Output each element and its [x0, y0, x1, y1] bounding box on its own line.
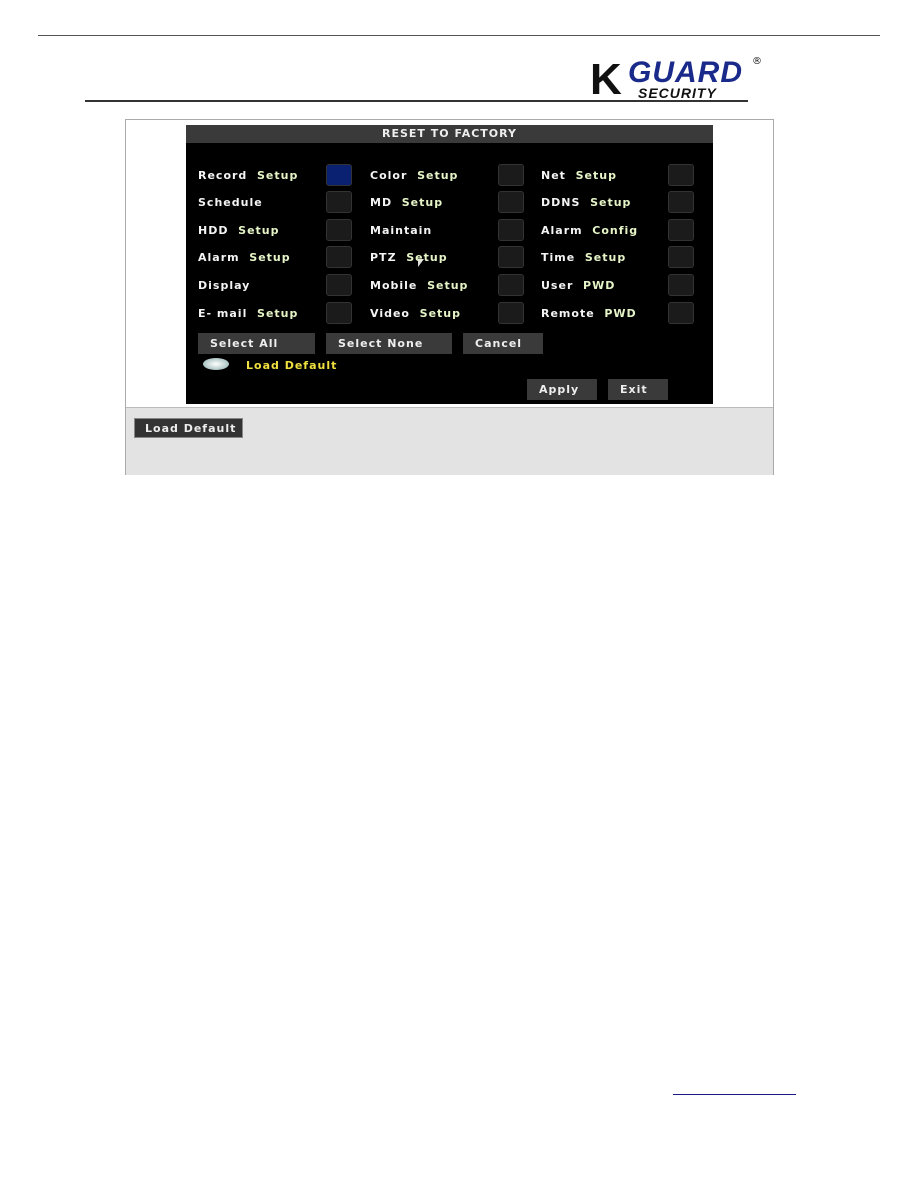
option-suffix: Setup: [256, 169, 299, 182]
option-name: Display: [198, 279, 251, 292]
option-label: DDNS Setup: [541, 196, 631, 209]
option-suffix: Setup: [257, 307, 299, 320]
option-label: Mobile Setup: [370, 279, 468, 292]
option-label: Maintain: [370, 224, 442, 237]
option-name: MD: [370, 196, 393, 209]
option-label: Net Setup: [541, 169, 617, 182]
option-label: E- mail Setup: [198, 307, 298, 320]
option-name: Alarm: [198, 251, 240, 264]
option-checkbox[interactable]: [326, 219, 352, 241]
option-label: MD Setup: [370, 196, 443, 209]
option-label: Remote PWD: [541, 307, 637, 320]
exit-button[interactable]: Exit: [608, 379, 668, 400]
option-checkbox[interactable]: [668, 164, 694, 186]
option-label: Record Setup: [198, 169, 298, 182]
option-checkbox[interactable]: [498, 246, 524, 268]
option-suffix: Setup: [417, 169, 459, 182]
logo-k: K: [590, 55, 622, 104]
dialog-title: RESET TO FACTORY: [186, 125, 713, 143]
option-name: Net: [541, 169, 566, 182]
option-suffix: Setup: [238, 224, 280, 237]
option-suffix: Setup: [419, 307, 462, 320]
option-checkbox[interactable]: [668, 246, 694, 268]
option-label: Alarm Setup: [198, 251, 291, 264]
option-name: Record: [198, 169, 248, 182]
option-name: HDD: [198, 224, 229, 237]
option-checkbox[interactable]: [498, 191, 524, 213]
option-name: E- mail: [198, 307, 248, 320]
description-panel: Load Default: [126, 407, 773, 475]
option-name: PTZ: [370, 251, 397, 264]
option-checkbox[interactable]: [498, 302, 524, 324]
option-name: Maintain: [370, 224, 433, 237]
option-suffix: Setup: [249, 251, 291, 264]
select-none-button[interactable]: Select None: [326, 333, 452, 354]
footer-link-underline[interactable]: [673, 1094, 796, 1095]
option-checkbox[interactable]: [326, 246, 352, 268]
option-name: User: [541, 279, 574, 292]
option-label: User PWD: [541, 279, 615, 292]
manual-page: K GUARD SECURITY ® Load Default RESET TO…: [0, 0, 918, 1188]
select-all-button[interactable]: Select All: [198, 333, 315, 354]
option-checkbox[interactable]: [498, 219, 524, 241]
top-rule: [38, 35, 880, 36]
load-default-icon: [203, 358, 229, 370]
option-label: Color Setup: [370, 169, 458, 182]
logo-security: SECURITY: [638, 85, 717, 101]
option-checkbox[interactable]: [498, 164, 524, 186]
option-suffix: Setup: [427, 279, 469, 292]
option-suffix: Setup: [401, 196, 444, 209]
option-label: Video Setup: [370, 307, 461, 320]
option-checkbox[interactable]: [668, 302, 694, 324]
option-name: Alarm: [541, 224, 583, 237]
option-checkbox[interactable]: [326, 191, 352, 213]
option-name: Remote: [541, 307, 595, 320]
kguard-logo: K GUARD SECURITY ®: [590, 55, 765, 104]
option-checkbox[interactable]: [668, 191, 694, 213]
logo-guard: GUARD: [628, 56, 743, 89]
option-name: Color: [370, 169, 408, 182]
option-name: Video: [370, 307, 410, 320]
option-checkbox[interactable]: [326, 274, 352, 296]
cancel-button[interactable]: Cancel: [463, 333, 543, 354]
option-suffix: PWD: [604, 307, 637, 320]
option-label: HDD Setup: [198, 224, 280, 237]
option-suffix: Setup: [406, 251, 448, 264]
load-default-button-sample[interactable]: Load Default: [134, 418, 243, 438]
option-name: Schedule: [198, 196, 263, 209]
option-label: PTZ Setup: [370, 251, 448, 264]
reset-to-factory-dialog: RESET TO FACTORY Select All Select None …: [186, 125, 713, 404]
option-name: DDNS: [541, 196, 581, 209]
load-default-label: Load Default: [246, 359, 338, 372]
option-checkbox[interactable]: [498, 274, 524, 296]
option-checkbox[interactable]: [326, 302, 352, 324]
option-checkbox[interactable]: [668, 219, 694, 241]
option-suffix: Setup: [590, 196, 632, 209]
option-label: Schedule: [198, 196, 272, 209]
apply-button[interactable]: Apply: [527, 379, 597, 400]
option-label: Alarm Config: [541, 224, 638, 237]
option-suffix: Setup: [584, 251, 627, 264]
option-label: Time Setup: [541, 251, 626, 264]
option-suffix: PWD: [583, 279, 616, 292]
option-label: Display: [198, 279, 260, 292]
option-checkbox[interactable]: [326, 164, 352, 186]
option-name: Time: [541, 251, 576, 264]
logo-registered: ®: [752, 56, 762, 67]
option-checkbox[interactable]: [668, 274, 694, 296]
option-name: Mobile: [370, 279, 418, 292]
option-suffix: Config: [592, 224, 639, 237]
header-rule: [85, 100, 748, 102]
option-suffix: Setup: [575, 169, 617, 182]
